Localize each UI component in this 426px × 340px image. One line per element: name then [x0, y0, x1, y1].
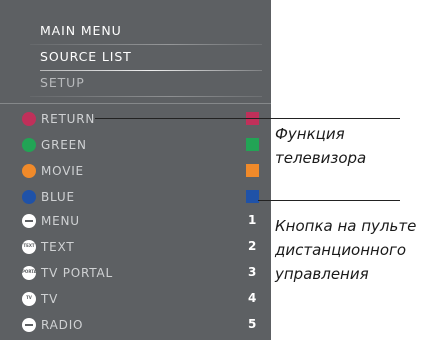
- menu-item-source-list[interactable]: SOURCE LIST: [40, 50, 132, 64]
- color-row-label: RETURN: [41, 112, 96, 126]
- color-row-green[interactable]: GREEN: [0, 137, 271, 153]
- menu-divider: [30, 44, 262, 45]
- color-row-movie[interactable]: MOVIE: [0, 163, 271, 179]
- callout-leader-line: [258, 200, 400, 201]
- button-row-number: 5: [248, 317, 257, 331]
- minus-button-icon: [22, 214, 36, 228]
- button-row-number: 3: [248, 265, 257, 279]
- menu-item-main-menu[interactable]: MAIN MENU: [40, 24, 122, 38]
- text-button-icon: TEXT: [22, 240, 36, 254]
- button-row-label: RADIO: [41, 318, 84, 332]
- menu-item-setup[interactable]: SETUP: [40, 76, 85, 90]
- caption-tv-function: Функция телевизора: [275, 125, 367, 167]
- color-row-label: GREEN: [41, 138, 87, 152]
- menu-selection-highlight: [40, 70, 262, 71]
- button-row-label: MENU: [41, 214, 80, 228]
- portal-button-icon: PORTAL: [22, 266, 39, 280]
- button-row-tv[interactable]: TV TV 4: [0, 291, 271, 307]
- caption-remote-button: Кнопка на пульте дистанционного управлен…: [275, 217, 417, 283]
- button-row-label: TV PORTAL: [41, 266, 113, 280]
- blue-key-swatch: [246, 190, 259, 203]
- button-row-label: TEXT: [41, 240, 75, 254]
- red-button-icon: [22, 112, 36, 126]
- color-row-label: BLUE: [41, 190, 75, 204]
- green-button-icon: [22, 138, 36, 152]
- button-row-number: 4: [248, 291, 257, 305]
- button-row-text[interactable]: TEXT TEXT 2: [0, 239, 271, 255]
- button-row-number: 1: [248, 213, 257, 227]
- tv-menu-panel: MAIN MENU SOURCE LIST SETUP RETURN GREEN…: [0, 0, 271, 340]
- radio-button-icon: [22, 318, 36, 332]
- color-row-blue[interactable]: BLUE: [0, 189, 271, 205]
- green-key-swatch: [246, 138, 259, 151]
- color-row-return[interactable]: RETURN: [0, 111, 271, 127]
- button-row-number: 2: [248, 239, 257, 253]
- button-row-tv-portal[interactable]: PORTAL TV PORTAL 3: [0, 265, 271, 281]
- button-row-radio[interactable]: RADIO 5: [0, 317, 271, 333]
- button-row-label: TV: [41, 292, 59, 306]
- tv-button-icon: TV: [22, 292, 36, 306]
- color-row-label: MOVIE: [41, 164, 84, 178]
- orange-button-icon: [22, 164, 36, 178]
- button-row-menu[interactable]: MENU 1: [0, 213, 271, 229]
- blue-button-icon: [22, 190, 36, 204]
- menu-divider: [30, 96, 262, 97]
- orange-key-swatch: [246, 164, 259, 177]
- callout-leader-line: [95, 118, 400, 119]
- section-divider: [0, 103, 271, 104]
